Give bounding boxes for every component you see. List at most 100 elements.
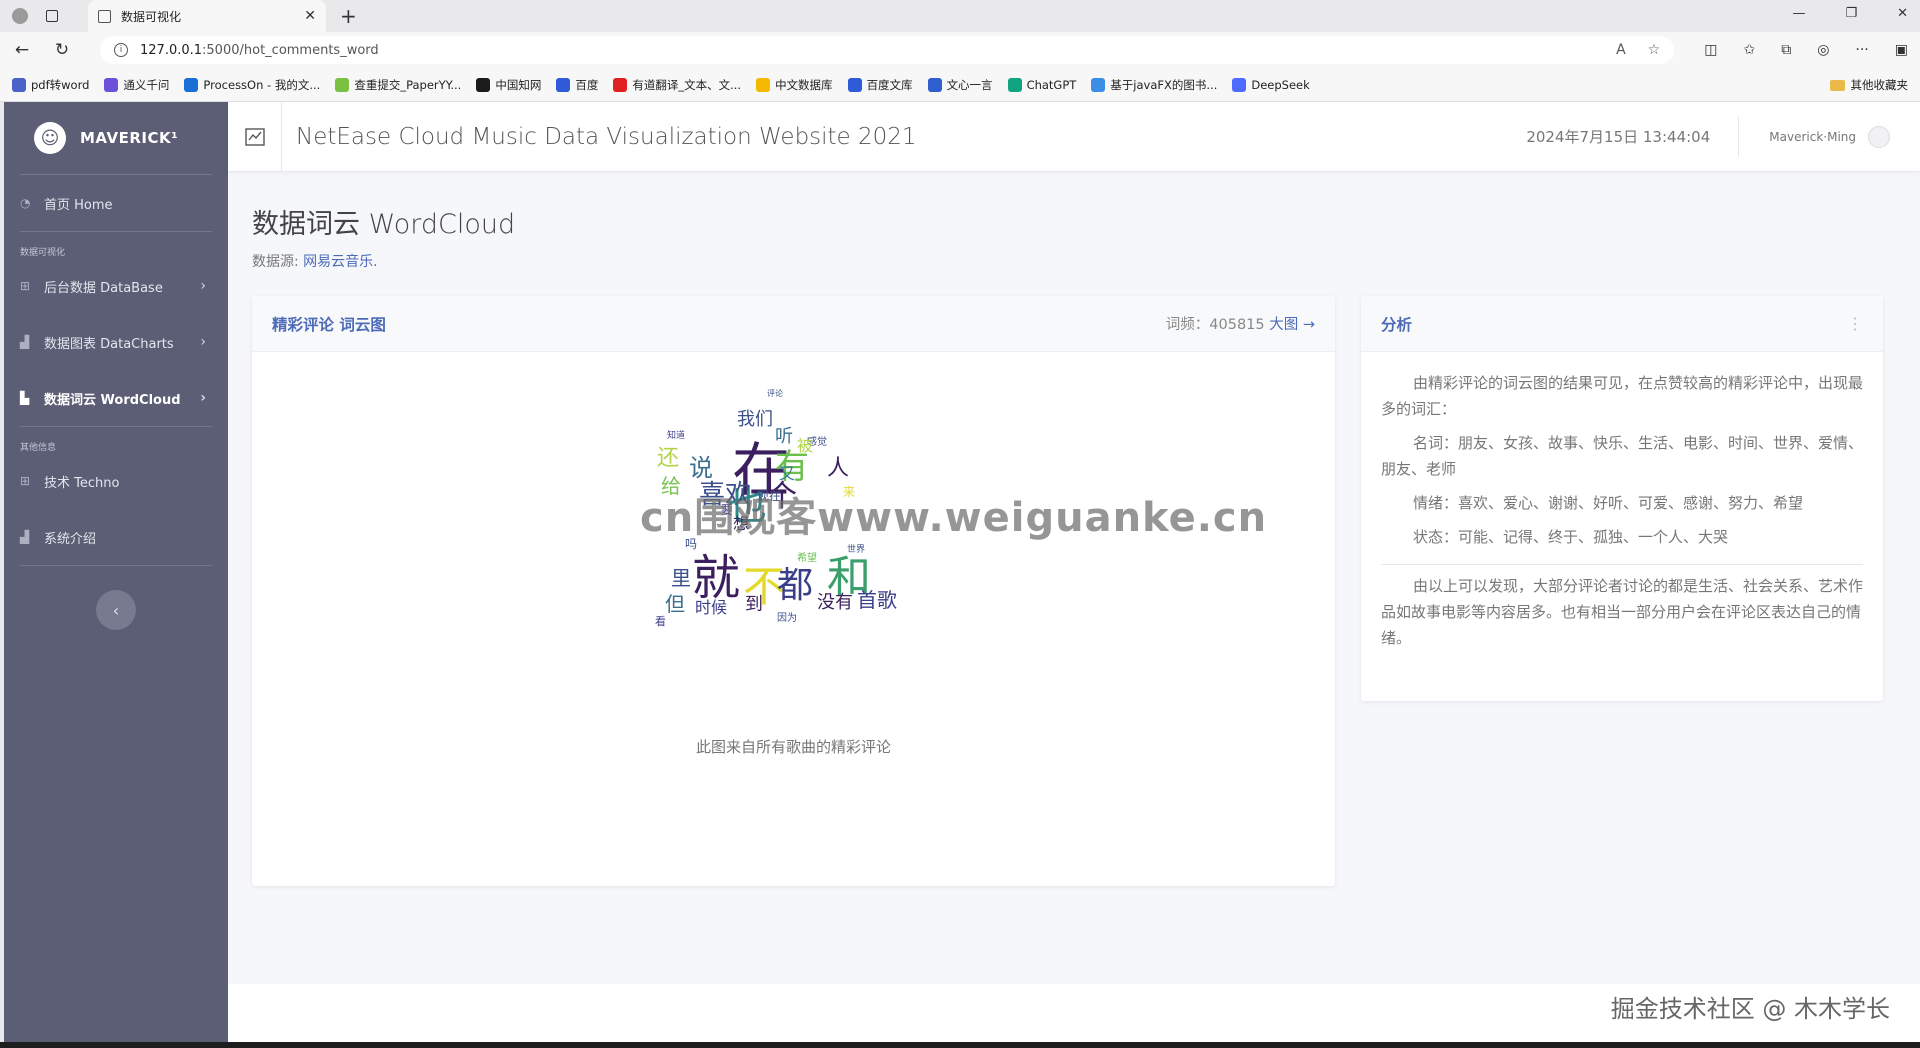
sidebar-item-techno[interactable]: ⊞ 技术 Techno [4, 453, 228, 509]
more-options-icon[interactable]: ⋮ [1847, 314, 1863, 333]
favorite-icon[interactable]: ☆ [1648, 42, 1661, 58]
wordcloud-word: 评论 [767, 389, 783, 398]
site-info-icon[interactable]: i [114, 43, 128, 57]
wordcloud-word: 都 [777, 565, 814, 606]
data-source: 数据源: 网易云音乐. [252, 251, 1920, 271]
wordcloud-card-header: 精彩评论 词云图 词频：405815 大图 → [252, 296, 1335, 352]
tab-strip-controls [0, 8, 88, 24]
sidebar-item-home[interactable]: ◔ 首页 Home [4, 175, 228, 231]
sidebar: ☺ MAVERICK¹ ◔ 首页 Home 数据可视化 ⊞ 后台数据 DataB… [0, 102, 228, 1042]
bookmark-favicon-icon [556, 77, 571, 92]
wordcloud-word: 还 [657, 446, 680, 471]
bookmark-label: 通义千问 [123, 77, 170, 92]
wordcloud-word: 没有 [817, 592, 853, 613]
new-tab-icon[interactable]: + [340, 4, 357, 28]
bookmarks-bar: pdf转word 通义千问 ProcessOn - 我的文... 查重提交_Paper… [0, 68, 1920, 102]
extension-icon[interactable]: ◎ [1817, 42, 1829, 58]
wordcloud-word: 又 [779, 464, 796, 483]
footer-watermark: 掘金技术社区 @ 木木学长 [1610, 995, 1890, 1023]
bookmark-item[interactable]: 通义千问 [104, 77, 169, 93]
favorites-list-icon[interactable]: ✩ [1743, 42, 1755, 58]
analysis-body: 由精彩评论的词云图的结果可见，在点赞较高的精彩评论中，出现最多的词汇： 名词：朋… [1361, 352, 1883, 651]
wordcloud-word: 看 [655, 615, 666, 628]
bookmark-favicon-icon [335, 77, 350, 92]
bookmark-item[interactable]: 中文数据库 [756, 77, 833, 93]
other-bookmarks[interactable]: 其他收藏夹 [1829, 77, 1908, 93]
tab-close-icon[interactable]: ✕ [304, 8, 316, 24]
analysis-intro: 由精彩评论的词云图的结果可见，在点赞较高的精彩评论中，出现最多的词汇： [1381, 374, 1864, 418]
chevron-right-icon: › [200, 278, 206, 294]
bookmark-item[interactable]: ChatGPT [1007, 77, 1076, 92]
sidebar-item-label: 技术 Techno [44, 475, 120, 491]
bookmark-label: 查重提交_PaperYY... [354, 77, 462, 92]
analysis-states: 状态：可能、记得、终于、孤独、一个人、大哭 [1413, 528, 1729, 546]
wordcloud-word: 说 [689, 454, 713, 482]
bookmark-label: 百度 [575, 77, 599, 92]
current-datetime: 2024年7月15日 13:44:04 [1526, 116, 1740, 157]
sidebar-toggle-icon[interactable]: ▣ [1895, 42, 1908, 58]
sidebar-divider [20, 565, 212, 566]
split-screen-icon[interactable]: ◫ [1704, 42, 1717, 58]
bookmark-label: 文心一言 [946, 77, 993, 92]
bookmark-label: pdf转word [31, 77, 90, 92]
sidebar-item-wordcloud[interactable]: ▙ 数据词云 WordCloud › [4, 370, 228, 426]
chevron-left-icon: ‹ [112, 600, 120, 620]
user-menu[interactable]: Maverick·Ming [1739, 125, 1920, 148]
bookmark-favicon-icon [847, 77, 862, 92]
bookmark-item[interactable]: ProcessOn - 我的文... [184, 77, 320, 93]
analysis-card-title: 分析 [1381, 315, 1413, 334]
restore-icon[interactable]: ❐ [1845, 6, 1857, 21]
url-actions: A ☆ [1616, 42, 1660, 58]
analysis-card: 分析 ⋮ 由精彩评论的词云图的结果可见，在点赞较高的精彩评论中，出现最多的词汇：… [1361, 296, 1883, 701]
chevron-right-icon: › [200, 334, 206, 350]
bookmark-label: 中国知网 [495, 77, 542, 92]
bookmark-item[interactable]: 基于javaFX的图书... [1091, 77, 1217, 93]
sidebar-item-database[interactable]: ⊞ 后台数据 DataBase › [4, 258, 228, 314]
bookmark-item[interactable]: 百度 [556, 77, 598, 93]
brand-name: MAVERICK¹ [80, 129, 179, 147]
big-image-link[interactable]: 大图 → [1269, 317, 1315, 333]
analysis-conclusion: 由以上可以发现，大部分评论者讨论的都是生活、社会关系、艺术作品如故事电影等内容居… [1381, 577, 1864, 647]
sidebar-collapse-button[interactable]: ‹ [96, 590, 136, 630]
reload-icon[interactable]: ↻ [52, 40, 72, 60]
bookmark-item[interactable]: DeepSeek [1232, 77, 1310, 92]
url-text: 127.0.0.1:5000/hot_comments_word [140, 43, 1604, 58]
more-menu-icon[interactable]: ··· [1855, 42, 1868, 58]
bookmark-item[interactable]: pdf转word [12, 77, 89, 93]
table-icon: ⊞ [20, 474, 31, 488]
browser-tabstrip: 数据可视化 ✕ + — ❐ ✕ [0, 0, 1920, 32]
site-title: NetEase Cloud Music Data Visualization W… [296, 123, 917, 150]
bookmark-favicon-icon [1091, 77, 1106, 92]
bookmark-item[interactable]: 百度文库 [847, 77, 913, 93]
bookmark-item[interactable]: 有道翻译_文本、文... [613, 77, 741, 93]
bookmark-favicon-icon [12, 77, 26, 92]
url-field[interactable]: i 127.0.0.1:5000/hot_comments_word A ☆ [100, 36, 1675, 64]
profile-icon[interactable] [12, 8, 28, 24]
bookmark-label: DeepSeek [1251, 77, 1310, 92]
line-chart-icon[interactable] [228, 101, 282, 172]
page-header: 数据词云 WordCloud 数据源: 网易云音乐. [228, 172, 1920, 271]
bookmark-item[interactable]: 中国知网 [476, 77, 541, 93]
wordcloud-word: 我们 [737, 409, 773, 430]
data-source-link[interactable]: 网易云音乐. [303, 254, 377, 270]
brand-logo[interactable]: ☺ MAVERICK¹ [4, 102, 228, 174]
close-window-icon[interactable]: ✕ [1897, 6, 1908, 21]
back-arrow-icon[interactable]: ← [12, 40, 32, 60]
bookmark-label: 基于javaFX的图书... [1110, 77, 1218, 92]
collections-icon[interactable]: ⧉ [1781, 42, 1791, 58]
read-aloud-icon[interactable]: A [1616, 42, 1626, 58]
sidebar-item-system-intro[interactable]: ▟ 系统介绍 [4, 509, 228, 565]
browser-toolbar: ◫ ✩ ⧉ ◎ ··· ▣ [1704, 42, 1908, 58]
page-title: 数据词云 WordCloud [252, 209, 516, 240]
word-frequency-label: 词频：405815 [1165, 317, 1270, 333]
sidebar-item-datacharts[interactable]: ▟ 数据图表 DataCharts › [4, 314, 228, 370]
bookmark-item[interactable]: 查重提交_PaperYY... [335, 77, 461, 93]
browser-tab-active[interactable]: 数据可视化 ✕ [88, 0, 326, 32]
tab-actions-icon[interactable] [46, 10, 58, 22]
bookmark-favicon-icon [756, 77, 771, 92]
bookmark-item[interactable]: 文心一言 [927, 77, 993, 93]
wordcloud-word: 世界 [847, 545, 866, 555]
window-controls: — ❐ ✕ [1792, 6, 1908, 21]
minimize-icon[interactable]: — [1792, 6, 1805, 21]
sidebar-section-other: 其他信息 [20, 443, 57, 453]
